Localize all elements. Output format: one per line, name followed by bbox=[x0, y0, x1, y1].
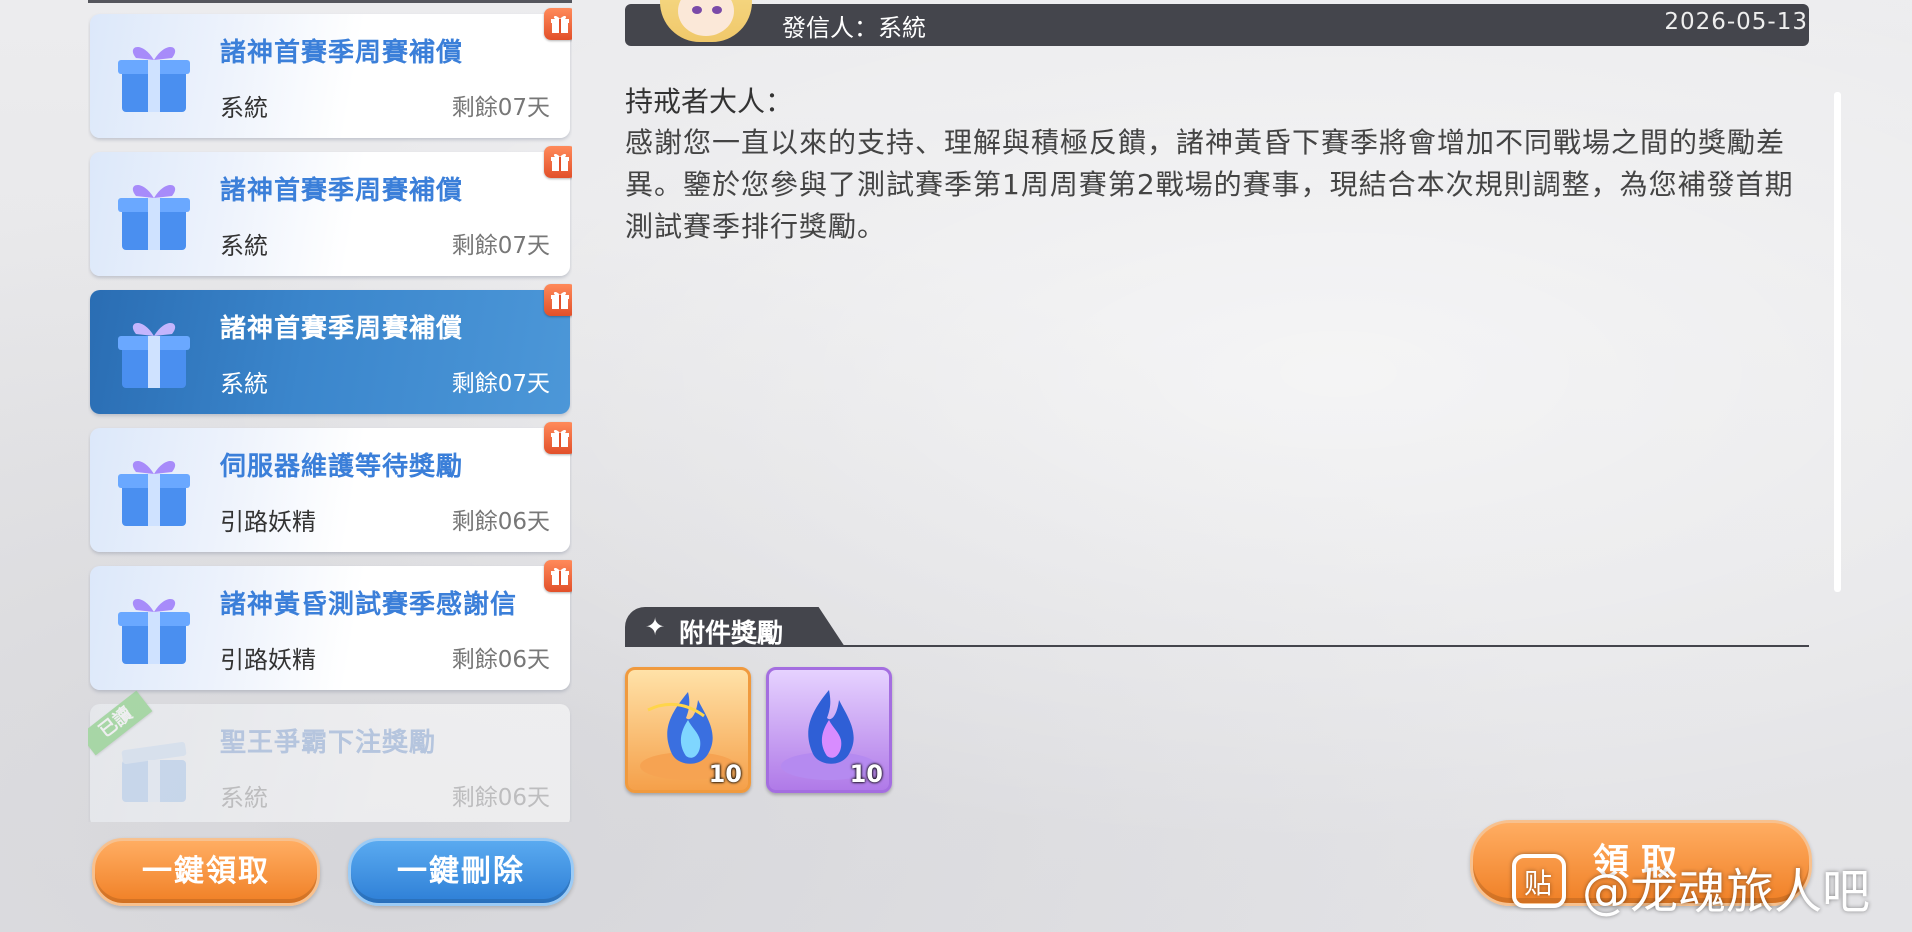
mail-list[interactable]: 諸神首賽季周賽補償 系統 剩餘07天 諸神首賽季周賽補償 系統 剩餘07天 諸神… bbox=[88, 0, 572, 822]
mail-expire: 剩餘07天 bbox=[451, 95, 550, 121]
mail-sender: 引路妖精 bbox=[220, 508, 316, 536]
gift-box-icon bbox=[118, 46, 190, 112]
gift-box-icon bbox=[118, 598, 190, 664]
mail-title: 諸神首賽季周賽補償 bbox=[220, 314, 464, 344]
mail-item-read[interactable]: 已讀 聖王爭霸下注獎勵 系統 剩餘06天 bbox=[88, 690, 570, 822]
mail-sender: 系統 bbox=[220, 94, 268, 122]
mail-item[interactable]: 諸神黃昏測試賽季感謝信 引路妖精 剩餘06天 bbox=[90, 560, 572, 690]
gift-box-icon bbox=[118, 184, 190, 250]
delete-all-button[interactable]: 一鍵刪除 bbox=[348, 838, 574, 906]
mail-title: 伺服器維護等待獎勵 bbox=[220, 452, 464, 482]
mail-item[interactable]: 諸神首賽季周賽補償 系統 剩餘07天 bbox=[90, 146, 572, 276]
mail-expire: 剩餘07天 bbox=[451, 233, 550, 259]
mail-title: 諸神首賽季周賽補償 bbox=[220, 176, 464, 206]
watermark-text: @龙魂旅人吧 bbox=[1582, 864, 1871, 920]
mail-sender: 系統 bbox=[220, 370, 268, 398]
mail-expire: 剩餘06天 bbox=[451, 785, 550, 811]
gift-badge-icon bbox=[544, 146, 572, 178]
mail-title: 聖王爭霸下注獎勵 bbox=[220, 728, 437, 758]
reward-item[interactable]: 10 bbox=[625, 667, 751, 793]
mail-sender: 引路妖精 bbox=[220, 646, 316, 674]
sparkle-icon: ✦ bbox=[645, 613, 666, 641]
reward-count: 10 bbox=[849, 760, 883, 788]
mail-expire: 剩餘06天 bbox=[451, 647, 550, 673]
mail-item[interactable]: 諸神首賽季周賽補償 系統 剩餘07天 bbox=[90, 8, 572, 138]
mail-expire: 剩餘07天 bbox=[451, 371, 550, 397]
mail-greeting: 持戒者大人： bbox=[625, 85, 794, 118]
sender-label: 發信人：系統 bbox=[782, 14, 926, 42]
attachments-tab: ✦ 附件獎勵 bbox=[625, 607, 845, 647]
gift-box-icon bbox=[118, 460, 190, 526]
mail-sender: 系統 bbox=[220, 232, 268, 260]
mail-expire: 剩餘06天 bbox=[451, 509, 550, 535]
mail-title: 諸神黃昏測試賽季感謝信 bbox=[220, 590, 518, 620]
reward-count: 10 bbox=[708, 760, 742, 788]
gift-badge-icon bbox=[544, 422, 572, 454]
mail-body: 感謝您一直以來的支持、理解與積極反饋，諸神黃昏下賽季將會增加不同戰場之間的獎勵差… bbox=[625, 126, 1794, 243]
attachments-divider bbox=[625, 645, 1809, 647]
mail-date: 2026-05-13 bbox=[1664, 9, 1808, 35]
gift-badge-icon bbox=[544, 8, 572, 40]
mail-item[interactable]: 伺服器維護等待獎勵 引路妖精 剩餘06天 bbox=[90, 422, 572, 552]
reward-item[interactable]: 10 bbox=[766, 667, 892, 793]
mail-title: 諸神首賽季周賽補償 bbox=[220, 38, 464, 68]
scrollbar[interactable] bbox=[1834, 92, 1841, 592]
mail-item-selected[interactable]: 諸神首賽季周賽補償 系統 剩餘07天 bbox=[90, 284, 572, 414]
mail-sender: 系統 bbox=[220, 784, 268, 812]
claim-all-button[interactable]: 一鍵領取 bbox=[92, 838, 320, 906]
gift-box-icon bbox=[118, 322, 190, 388]
opened-box-icon bbox=[121, 742, 187, 802]
tieba-logo-icon: 贴 bbox=[1512, 854, 1566, 908]
gift-badge-icon bbox=[544, 284, 572, 316]
gift-badge-icon bbox=[544, 560, 572, 592]
